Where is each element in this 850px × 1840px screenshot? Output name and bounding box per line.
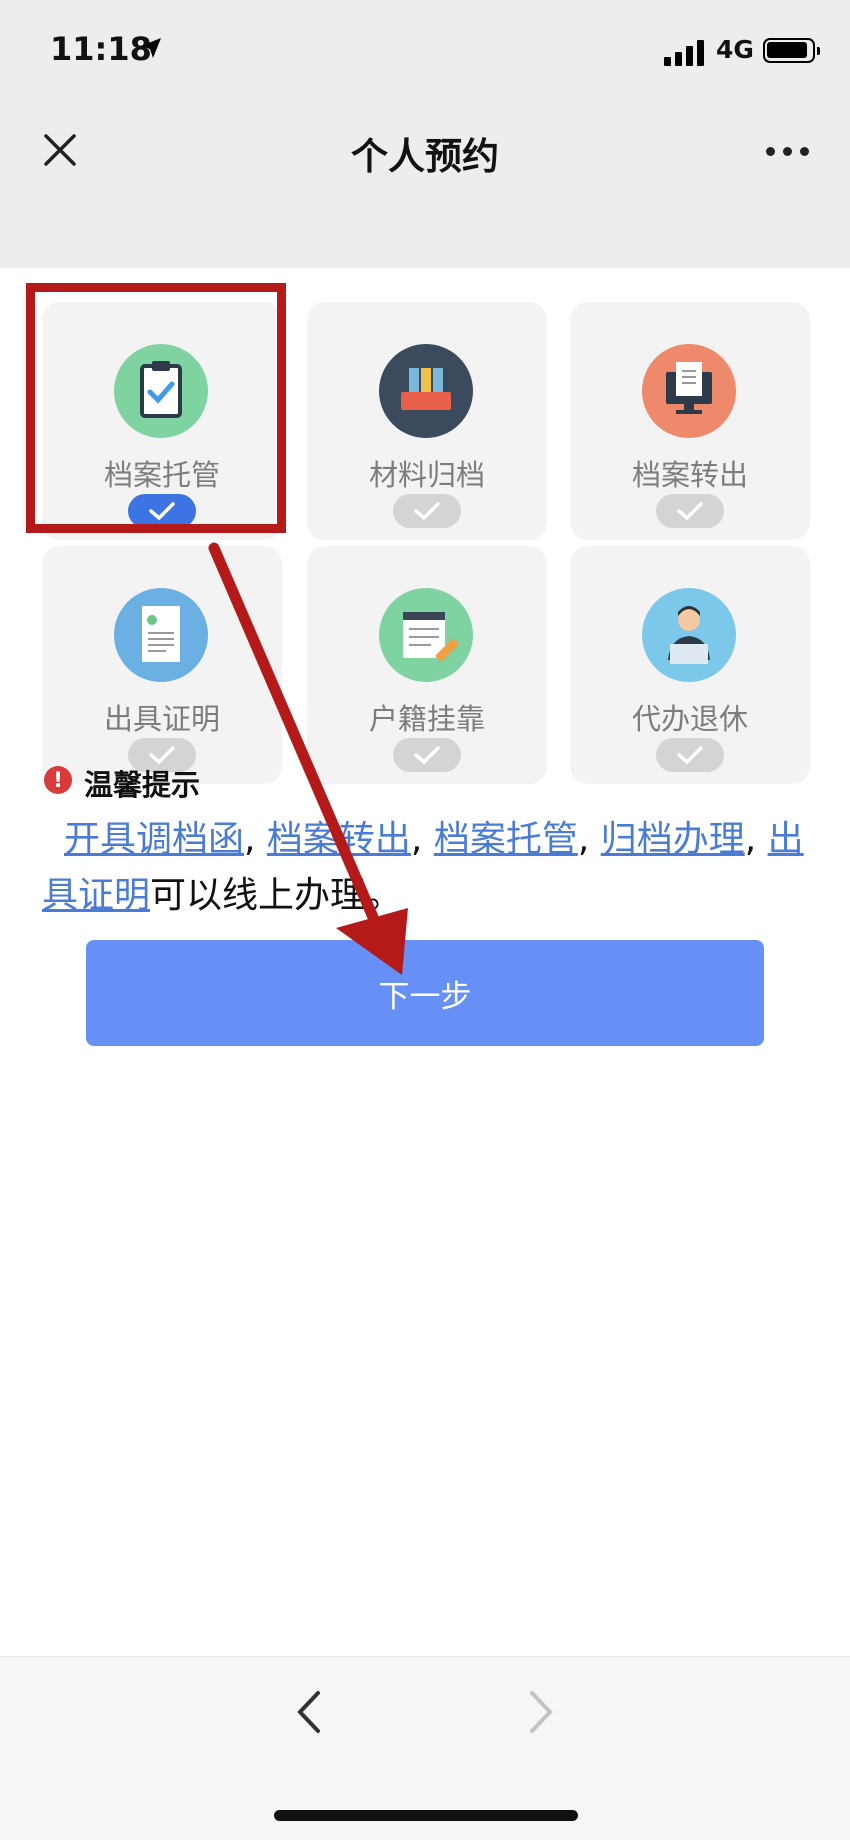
signal-icon xyxy=(664,38,708,66)
alert-icon: ! xyxy=(44,766,72,794)
navbar: 个人预约 xyxy=(0,100,850,200)
service-label: 户籍挂靠 xyxy=(368,702,485,736)
service-card-certificate[interactable]: 出具证明 xyxy=(42,546,282,784)
tip-link[interactable]: 开具调档函 xyxy=(64,819,244,860)
battery-icon xyxy=(763,38,820,63)
service-card-household-registration[interactable]: 户籍挂靠 xyxy=(307,546,547,784)
network-type: 4G xyxy=(716,35,754,64)
service-card-archive-transfer[interactable]: 档案转出 xyxy=(570,302,810,540)
certificate-icon xyxy=(114,588,208,682)
binders-icon xyxy=(379,344,473,438)
tips-title: 温馨提示 xyxy=(84,768,201,802)
page-title: 个人预约 xyxy=(351,135,499,178)
forward-arrow-icon[interactable] xyxy=(520,1687,560,1737)
tip-link[interactable]: 档案转出 xyxy=(267,819,411,860)
monitor-icon xyxy=(642,344,736,438)
tips-text: 开具调档函, 档案转出, 档案托管, 归档办理, 出具证明可以线上办理。 xyxy=(42,819,804,916)
person-laptop-icon xyxy=(642,588,736,682)
checkmark-icon xyxy=(656,738,724,772)
bottom-navigation xyxy=(0,1656,850,1840)
tip-link[interactable]: 归档办理 xyxy=(601,819,745,860)
service-label: 材料归档 xyxy=(368,458,485,492)
checkmark-icon xyxy=(393,494,461,528)
service-label: 出具证明 xyxy=(103,702,220,736)
tips-suffix: 可以线上办理。 xyxy=(150,875,403,916)
next-step-button[interactable]: 下一步 xyxy=(86,940,764,1046)
more-options-icon[interactable] xyxy=(762,130,812,170)
annotation-highlight-box xyxy=(26,283,286,533)
service-card-retirement-agency[interactable]: 代办退休 xyxy=(570,546,810,784)
back-arrow-icon[interactable] xyxy=(290,1687,330,1737)
status-time: 11:18 xyxy=(50,30,152,68)
top-area: 11:18 4G 个人预约 xyxy=(0,0,850,268)
notepad-pencil-icon xyxy=(379,588,473,682)
tip-link[interactable]: 档案托管 xyxy=(434,819,578,860)
checkmark-icon xyxy=(393,738,461,772)
service-label: 代办退休 xyxy=(631,702,748,736)
location-arrow-icon xyxy=(141,38,161,58)
checkmark-icon xyxy=(656,494,724,528)
home-indicator xyxy=(274,1810,578,1821)
status-bar: 11:18 4G xyxy=(0,0,850,100)
service-card-material-archiving[interactable]: 材料归档 xyxy=(307,302,547,540)
service-label: 档案转出 xyxy=(631,458,748,492)
